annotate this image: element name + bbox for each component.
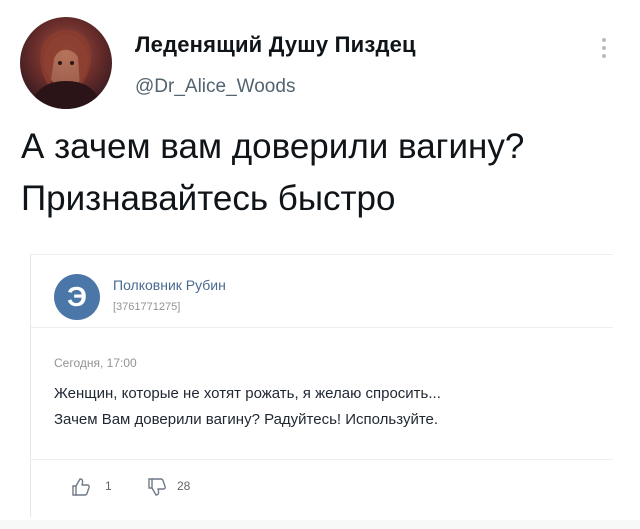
like-count: 1 — [105, 479, 112, 493]
tweet-text: А зачем вам доверили вагину? Признавайте… — [21, 121, 621, 225]
divider — [31, 459, 613, 460]
display-name[interactable]: Леденящий Душу Пиздец — [135, 32, 416, 58]
user-handle[interactable]: @Dr_Alice_Woods — [135, 76, 295, 98]
bottom-band — [0, 520, 640, 529]
divider — [31, 327, 613, 328]
dislike-count: 28 — [177, 479, 191, 493]
tweet-card: Леденящий Душу Пиздец @Dr_Alice_Woods А … — [0, 0, 640, 529]
post-text: Женщин, которые не хотят рожать, я желаю… — [54, 381, 594, 433]
tweet-text-line: А зачем вам доверили вагину? — [21, 127, 525, 166]
post-author-name[interactable]: Полковник Рубин — [113, 277, 226, 293]
thumbs-up-icon[interactable] — [71, 477, 91, 497]
post-date: Сегодня, 17:00 — [54, 356, 137, 370]
thumbs-down-icon[interactable] — [147, 477, 167, 497]
embedded-screenshot-post: Э Полковник Рубин [3761771275] Сегодня, … — [30, 254, 613, 517]
avatar-image — [30, 29, 102, 109]
tweet-text-line: Признавайтесь быстро — [21, 179, 396, 218]
more-vertical-icon[interactable] — [600, 36, 608, 60]
post-author-avatar[interactable]: Э — [54, 274, 100, 320]
post-text-line: Женщин, которые не хотят рожать, я желаю… — [54, 385, 441, 402]
post-text-line: Зачем Вам доверили вагину? Радуйтесь! Ис… — [54, 411, 439, 428]
post-author-id: [3761771275] — [113, 301, 181, 313]
user-avatar[interactable] — [20, 17, 112, 109]
